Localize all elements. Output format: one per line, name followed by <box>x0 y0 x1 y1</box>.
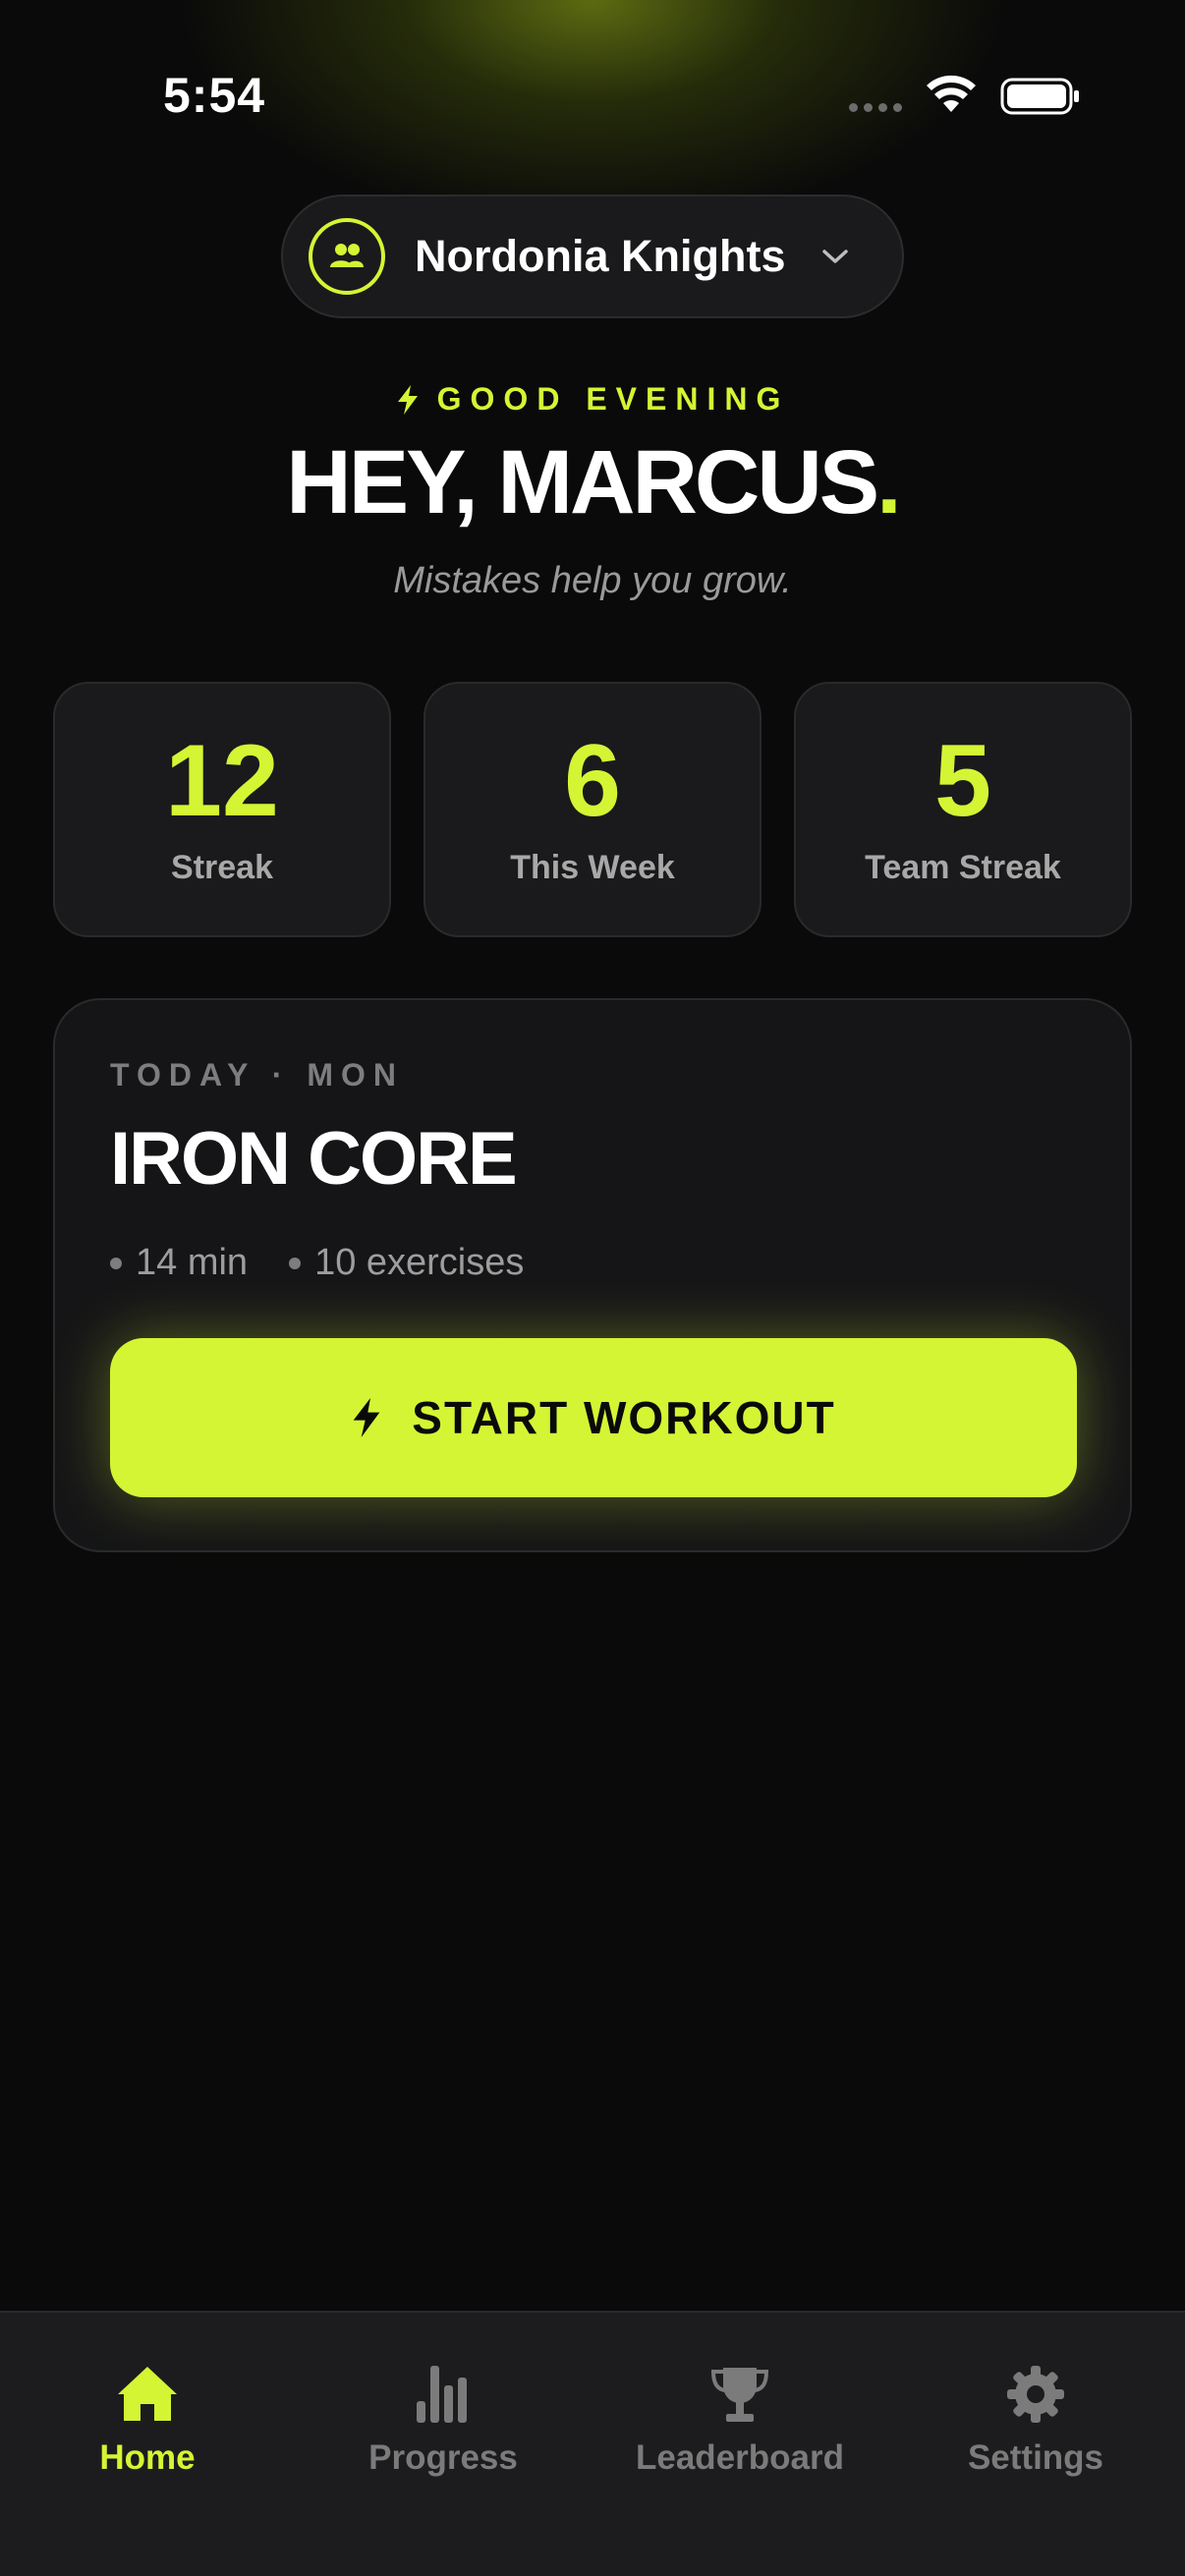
trophy-icon <box>710 2368 769 2422</box>
stat-card-streak: 12 Streak <box>53 682 391 937</box>
home-screen: 5:54 Nordonia Knights GOOD EVENING HEY, … <box>0 0 1185 2576</box>
lightning-icon <box>397 384 418 415</box>
stat-label: Team Streak <box>865 849 1061 886</box>
lightning-icon <box>353 1398 380 1437</box>
tab-label: Home <box>99 2438 196 2477</box>
workout-exercise-count: 10 exercises <box>289 1242 524 1284</box>
workout-duration-text: 14 min <box>136 1242 249 1283</box>
tab-settings[interactable]: Settings <box>888 2362 1183 2499</box>
battery-icon <box>1000 78 1079 115</box>
wifi-icon <box>927 75 976 112</box>
group-icon <box>309 218 385 295</box>
tab-label: Leaderboard <box>636 2438 844 2477</box>
tab-home[interactable]: Home <box>0 2362 295 2499</box>
bullet-icon <box>110 1257 122 1269</box>
tab-label: Settings <box>967 2438 1104 2477</box>
status-bar: 5:54 <box>0 0 1185 196</box>
workout-day-label: TODAY · MON <box>110 1057 404 1092</box>
hero-dot: . <box>876 432 902 532</box>
tab-progress[interactable]: Progress <box>296 2362 591 2499</box>
greeting-row: GOOD EVENING <box>0 381 1185 418</box>
team-selector[interactable]: Nordonia Knights <box>281 195 904 318</box>
tagline: Mistakes help you grow. <box>393 560 792 601</box>
bar-chart-icon <box>417 2366 467 2423</box>
greeting-label: GOOD EVENING <box>436 381 790 417</box>
bullet-icon <box>289 1257 302 1269</box>
cellular-dots-icon <box>849 103 902 112</box>
stat-label: This Week <box>510 849 675 886</box>
workout-meta: 14 min 10 exercises <box>110 1242 524 1284</box>
stat-value: 5 <box>934 724 991 838</box>
workout-title: IRON CORE <box>110 1117 518 1201</box>
home-icon <box>118 2367 177 2421</box>
stat-value: 12 <box>165 724 279 838</box>
gear-icon <box>1007 2366 1064 2423</box>
hero-name: HEY, MARCUS <box>286 432 879 532</box>
start-workout-button[interactable]: START WORKOUT <box>110 1338 1077 1497</box>
workout-duration: 14 min <box>110 1242 248 1284</box>
stat-card-this-week: 6 This Week <box>423 682 762 937</box>
tab-leaderboard[interactable]: Leaderboard <box>592 2362 887 2499</box>
stat-label: Streak <box>171 849 273 886</box>
tab-bar: Home Progress Leaderboard Settings <box>0 2311 1185 2576</box>
stat-value: 6 <box>564 724 621 838</box>
start-workout-label: START WORKOUT <box>412 1392 836 1443</box>
status-time: 5:54 <box>163 68 266 123</box>
workout-exercises-text: 10 exercises <box>314 1242 525 1283</box>
today-workout-card: TODAY · MON IRON CORE 14 min 10 exercise… <box>53 998 1132 1552</box>
chevron-down-icon <box>822 250 849 263</box>
tab-label: Progress <box>368 2438 518 2477</box>
page-title: HEY, MARCUS. <box>0 428 1185 536</box>
team-name: Nordonia Knights <box>415 231 786 281</box>
stat-card-team-streak: 5 Team Streak <box>794 682 1132 937</box>
